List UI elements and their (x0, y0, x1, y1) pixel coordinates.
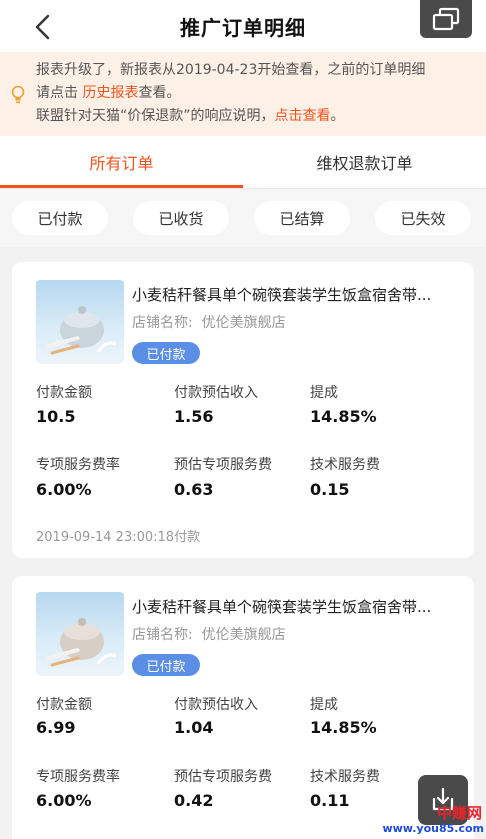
stat-value: 6.99 (36, 718, 76, 737)
stat-label: 技术服务费 (310, 769, 380, 785)
price-refund-link[interactable]: 点击查看 (275, 108, 331, 124)
filter-received[interactable]: 已收货 (133, 201, 229, 235)
stat-value: 6.00% (36, 480, 92, 499)
stat-value: 1.56 (174, 407, 214, 426)
watermark-url: www.you85.com (382, 822, 484, 835)
notice-line-3: 联盟针对天猫“价保退款”的响应说明，点击查看。 (36, 105, 476, 128)
stat-value: 14.85% (310, 718, 377, 737)
page-title: 推广订单明细 (180, 15, 306, 40)
stat-label: 付款预估收入 (174, 385, 258, 401)
stat-label: 专项服务费率 (36, 457, 120, 473)
notice-line-2-prefix: 请点击 (36, 85, 83, 101)
window-copy-icon (432, 7, 460, 31)
shop-value: 优伦美旗舰店 (201, 315, 286, 331)
order-tabs: 所有订单 维权退款订单 (0, 136, 486, 188)
order-card[interactable]: 小麦秸秆餐具单个碗筷套装学生饭盒宿舍带... 店铺名称: 优伦美旗舰店 已付款 … (12, 262, 474, 558)
stat-label: 提成 (310, 697, 338, 713)
stat-label: 付款预估收入 (174, 697, 258, 713)
tab-all-orders[interactable]: 所有订单 (0, 136, 243, 188)
filter-paid[interactable]: 已付款 (12, 201, 108, 235)
stat-label: 预估专项服务费 (174, 769, 272, 785)
order-time: 2019-09-14 23:00:18付款 (36, 530, 201, 545)
stat-value: 0.15 (310, 480, 350, 499)
back-button[interactable] (22, 10, 62, 44)
watermark-title: 中赚网 (436, 804, 482, 822)
product-title[interactable]: 小麦秸秆餐具单个碗筷套装学生饭盒宿舍带... (132, 284, 462, 305)
filter-invalid[interactable]: 已失效 (375, 201, 471, 235)
notice-line-2-suffix: 查看。 (138, 85, 181, 101)
notice-line-1: 报表升级了，新报表从2019-04-23开始查看，之前的订单明细 (36, 62, 426, 78)
stat-value: 0.63 (174, 480, 214, 499)
notice-line-3-prefix: 联盟针对天猫“价保退款”的响应说明， (36, 108, 275, 124)
stat-label: 技术服务费 (310, 457, 380, 473)
watermark-logo: 中赚网 www.you85.com (382, 800, 486, 839)
product-thumbnail[interactable] (36, 592, 124, 676)
status-badge: 已付款 (132, 342, 200, 364)
chevron-left-icon (35, 14, 50, 40)
shop-label: 店铺名称: (132, 315, 193, 331)
status-badge: 已付款 (132, 654, 200, 676)
stat-label: 专项服务费率 (36, 769, 120, 785)
notice-line-2: 请点击 历史报表查看。 (36, 82, 476, 105)
stat-label: 付款金额 (36, 697, 92, 713)
shop-name: 店铺名称: 优伦美旗舰店 (132, 624, 286, 644)
stat-value: 0.42 (174, 791, 214, 810)
lightbulb-icon (10, 85, 26, 113)
tab-refund-orders[interactable]: 维权退款订单 (243, 136, 486, 188)
stat-value: 14.85% (310, 407, 377, 426)
notice-banner: 报表升级了，新报表从2019-04-23开始查看，之前的订单明细 请点击 历史报… (0, 52, 486, 136)
stat-value: 0.11 (310, 791, 350, 810)
history-report-link[interactable]: 历史报表 (82, 85, 138, 101)
filter-settled[interactable]: 已结算 (254, 201, 350, 235)
product-title[interactable]: 小麦秸秆餐具单个碗筷套装学生饭盒宿舍带... (132, 596, 462, 617)
stat-value: 10.5 (36, 407, 76, 426)
stat-label: 付款金额 (36, 385, 92, 401)
stat-label: 预估专项服务费 (174, 457, 272, 473)
floating-window-button[interactable] (420, 0, 472, 38)
shop-value: 优伦美旗舰店 (201, 627, 286, 643)
product-thumbnail[interactable] (36, 280, 124, 364)
notice-line-3-suffix: 。 (330, 108, 345, 124)
stat-value: 6.00% (36, 791, 92, 810)
stat-value: 1.04 (174, 718, 214, 737)
status-filters: 已付款 已收货 已结算 已失效 (0, 189, 486, 247)
shop-name: 店铺名称: 优伦美旗舰店 (132, 312, 286, 332)
stat-label: 提成 (310, 385, 338, 401)
top-bar: 推广订单明细 (0, 0, 486, 52)
shop-label: 店铺名称: (132, 627, 193, 643)
